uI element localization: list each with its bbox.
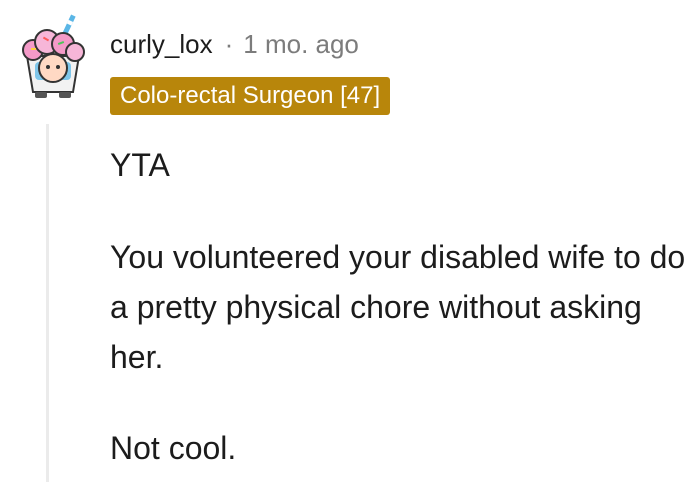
user-flair-badge: Colo-rectal Surgeon [47] — [110, 77, 391, 115]
comment-paragraph: YTA — [110, 147, 170, 183]
comment-paragraph: Not cool. — [110, 430, 237, 466]
username-link[interactable]: curly_lox — [110, 29, 213, 60]
timestamp-link[interactable]: 1 mo. ago — [243, 29, 359, 60]
thread-collapse-line[interactable] — [46, 124, 49, 482]
comment-paragraph: You volunteered your disabled wife to do… — [110, 239, 686, 375]
snoo-avatar-icon — [22, 14, 85, 98]
comment: curly_lox · 1 mo. ago Colo-rectal Surgeo… — [0, 0, 700, 482]
user-avatar[interactable] — [13, 12, 93, 100]
comment-meta: curly_lox · 1 mo. ago — [110, 24, 359, 64]
meta-separator: · — [224, 28, 234, 59]
